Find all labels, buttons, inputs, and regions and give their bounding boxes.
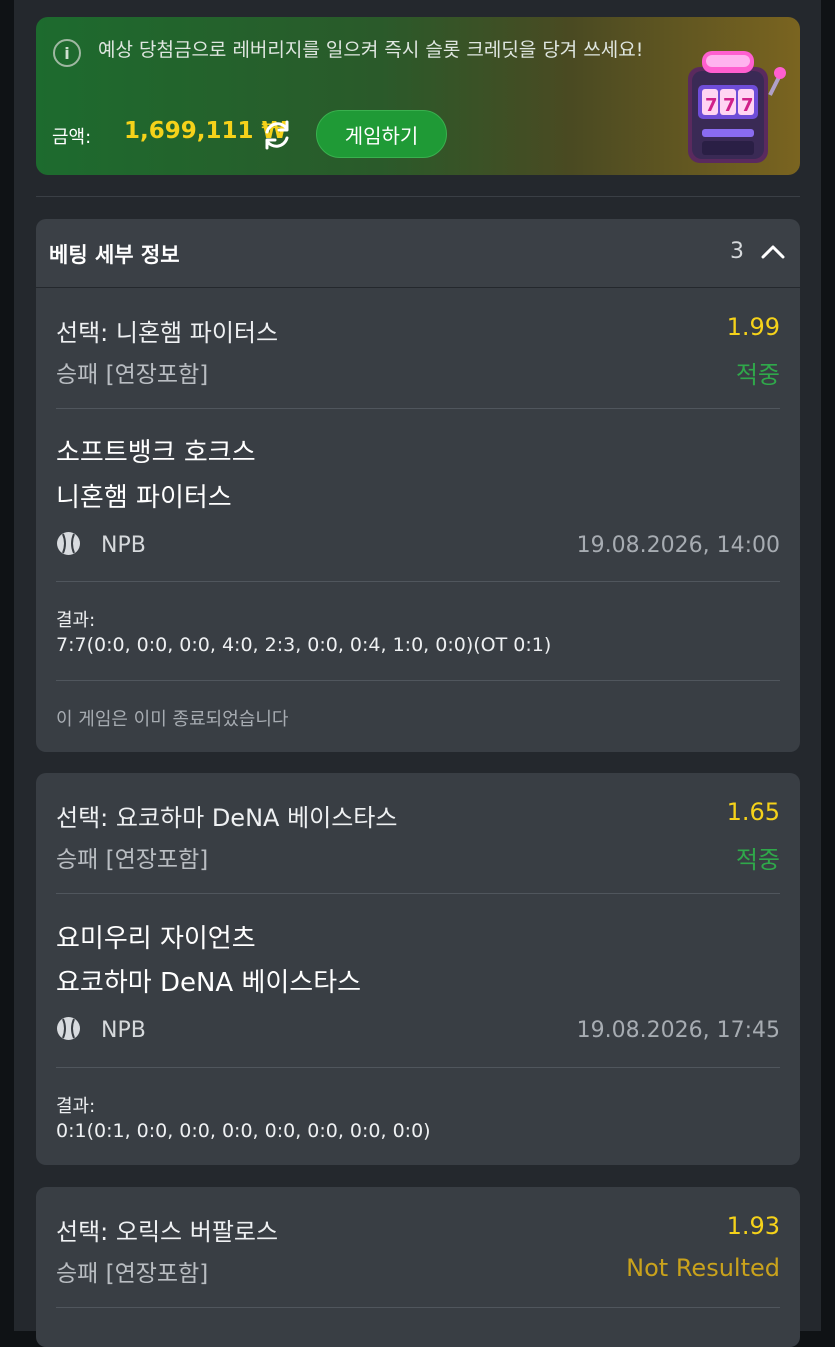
result-score: 7:7(0:0, 0:0, 0:0, 4:0, 2:3, 0:0, 0:4, 1… xyxy=(56,634,552,656)
bet-status: 적중 xyxy=(735,361,780,389)
svg-text:7: 7 xyxy=(741,95,754,116)
baseball-icon xyxy=(57,532,80,555)
app-frame: i 예상 당첨금으로 레버리지를 일으켜 즉시 슬롯 크레딧을 당겨 쓰세요! … xyxy=(14,0,821,1347)
bet-card: 선택: 니혼햄 파이터스 1.99 승패 [연장포함] 적중 소프트뱅크 호크스… xyxy=(36,288,800,752)
slot-credit-promo-banner: i 예상 당첨금으로 레버리지를 일으켜 즉시 슬롯 크레딧을 당겨 쓰세요! … xyxy=(36,17,800,175)
bet-market: 승패 [연장포함] xyxy=(56,362,209,388)
chevron-up-icon[interactable] xyxy=(760,241,786,263)
bet-count: 3 xyxy=(730,239,744,264)
bet-selection: 선택: 요코하마 DeNA 베이스타스 xyxy=(56,804,398,832)
bet-odds: 1.93 xyxy=(726,1212,780,1240)
away-team: 요코하마 DeNA 베이스타스 xyxy=(56,968,362,998)
home-team: 요미우리 자이언츠 xyxy=(56,924,256,954)
bet-card: 선택: 오릭스 버팔로스 1.93 승패 [연장포함] Not Resulted xyxy=(36,1187,800,1347)
play-game-button[interactable]: 게임하기 xyxy=(316,110,447,158)
bet-card: 선택: 요코하마 DeNA 베이스타스 1.65 승패 [연장포함] 적중 요미… xyxy=(36,773,800,1165)
result-label: 결과: xyxy=(56,1096,96,1117)
card-divider xyxy=(56,1307,780,1308)
card-divider xyxy=(56,581,780,582)
section-divider xyxy=(36,196,800,197)
bet-status: 적중 xyxy=(735,846,780,874)
info-icon: i xyxy=(53,39,81,67)
svg-text:7: 7 xyxy=(723,95,736,116)
match-datetime: 19.08.2026, 14:00 xyxy=(576,533,780,558)
bet-status: Not Resulted xyxy=(626,1254,780,1282)
league-name: NPB xyxy=(101,533,146,558)
bet-selection: 선택: 오릭스 버팔로스 xyxy=(56,1218,279,1246)
slot-machine-icon: 7 7 7 xyxy=(688,51,786,163)
bet-details-header[interactable]: 베팅 세부 정보 3 xyxy=(36,219,800,287)
promo-message: 예상 당첨금으로 레버리지를 일으켜 즉시 슬롯 크레딧을 당겨 쓰세요! xyxy=(98,39,644,61)
league-name: NPB xyxy=(101,1018,146,1043)
bet-selection: 선택: 니혼햄 파이터스 xyxy=(56,319,279,347)
card-divider xyxy=(56,408,780,409)
bet-odds: 1.99 xyxy=(726,313,780,341)
home-team: 소프트뱅크 호크스 xyxy=(56,438,256,468)
bet-market: 승패 [연장포함] xyxy=(56,847,209,873)
card-divider xyxy=(56,680,780,681)
away-team: 니혼햄 파이터스 xyxy=(56,483,232,513)
card-divider xyxy=(56,1067,780,1068)
bet-odds: 1.65 xyxy=(726,798,780,826)
bet-market: 승패 [연장포함] xyxy=(56,1261,209,1287)
amount-label: 금액: xyxy=(52,127,92,148)
match-datetime: 19.08.2026, 17:45 xyxy=(576,1018,780,1043)
result-score: 0:1(0:1, 0:0, 0:0, 0:0, 0:0, 0:0, 0:0, 0… xyxy=(56,1120,431,1142)
result-label: 결과: xyxy=(56,610,96,631)
refresh-icon[interactable] xyxy=(259,117,295,153)
card-divider xyxy=(56,893,780,894)
bet-details-title: 베팅 세부 정보 xyxy=(49,243,180,267)
baseball-icon xyxy=(57,1017,80,1040)
game-ended-note: 이 게임은 이미 종료되었습니다 xyxy=(56,709,289,730)
svg-text:7: 7 xyxy=(705,95,718,116)
